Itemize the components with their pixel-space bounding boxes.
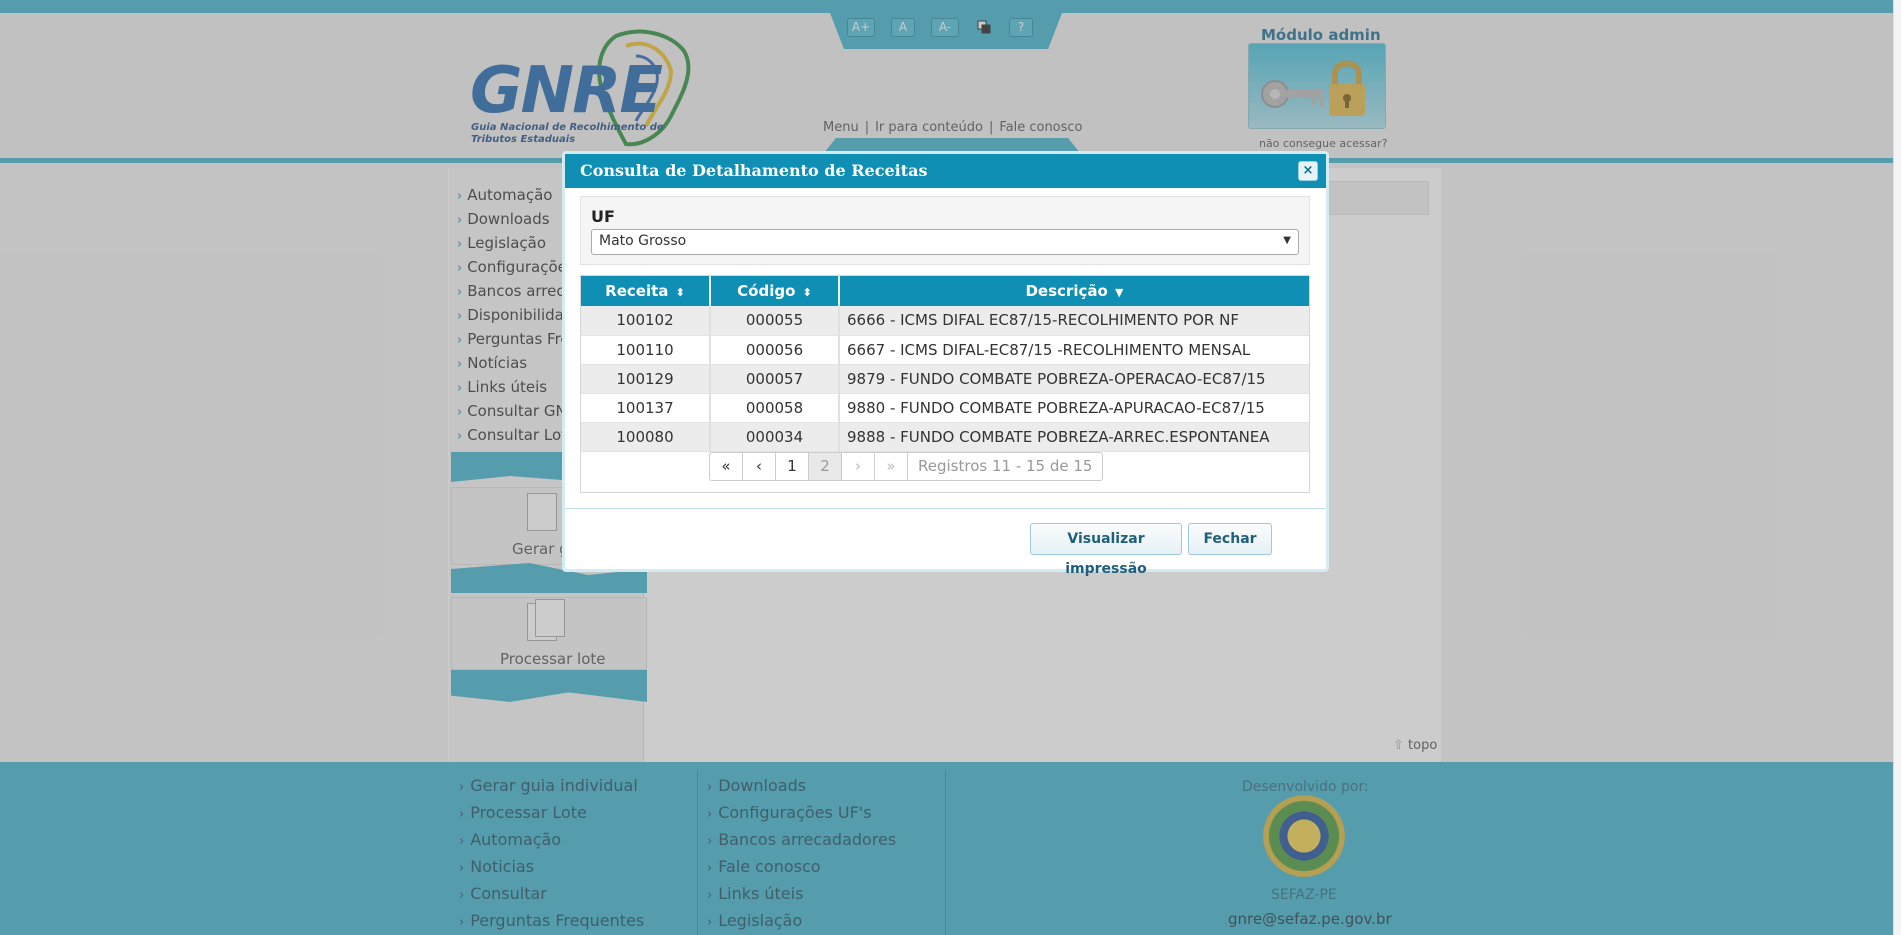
table-row[interactable]: 100080 000034 9888 - FUNDO COMBATE POBRE… (581, 422, 1309, 452)
receita-cell: 100129 (581, 364, 711, 394)
pagination: « ‹ 1 2 › » Registros 11 - 15 de 15 (709, 452, 1104, 481)
uf-select[interactable]: Mato Grosso ▼ (591, 229, 1299, 255)
records-info: Registros 11 - 15 de 15 (907, 452, 1104, 481)
uf-filter: UF Mato Grosso ▼ (580, 196, 1310, 265)
column-header-descricao[interactable]: Descrição ▼ (839, 276, 1309, 306)
dialog-title: Consulta de Detalhamento de Receitas (565, 154, 1326, 188)
prev-page-button[interactable]: ‹ (742, 452, 776, 481)
receita-cell: 100137 (581, 393, 711, 423)
codigo-cell: 000058 (710, 393, 840, 423)
codigo-cell: 000056 (710, 335, 840, 365)
sort-icon: ⬍ (802, 286, 812, 299)
close-button[interactable]: Fechar (1188, 523, 1272, 555)
caret-down-icon: ▼ (1283, 235, 1291, 246)
dialog-divider (565, 508, 1326, 509)
first-page-button[interactable]: « (709, 452, 743, 481)
receita-cell: 100080 (581, 422, 711, 452)
codigo-cell: 000057 (710, 364, 840, 394)
page-2-button[interactable]: 2 (808, 452, 842, 481)
descricao-cell: 9888 - FUNDO COMBATE POBREZA-ARREC.ESPON… (839, 422, 1309, 452)
scrollbar[interactable] (1893, 0, 1901, 935)
descricao-cell: 9879 - FUNDO COMBATE POBREZA-OPERACAO-EC… (839, 364, 1309, 394)
receita-cell: 100102 (581, 306, 711, 336)
page-1-button[interactable]: 1 (775, 452, 809, 481)
next-page-button[interactable]: › (841, 452, 875, 481)
codigo-cell: 000055 (710, 306, 840, 336)
sort-desc-icon: ▼ (1115, 286, 1124, 299)
descricao-cell: 6666 - ICMS DIFAL EC87/15-RECOLHIMENTO P… (839, 306, 1309, 336)
print-preview-button[interactable]: Visualizar impressão (1030, 523, 1182, 577)
column-header-codigo[interactable]: Código ⬍ (710, 276, 840, 306)
table-row[interactable]: 100137 000058 9880 - FUNDO COMBATE POBRE… (581, 393, 1309, 423)
uf-label: UF (591, 207, 615, 226)
last-page-button[interactable]: » (874, 452, 908, 481)
close-icon[interactable]: × (1298, 161, 1318, 181)
descricao-cell: 6667 - ICMS DIFAL-EC87/15 -RECOLHIMENTO … (839, 335, 1309, 365)
table-row[interactable]: 100102 000055 6666 - ICMS DIFAL EC87/15-… (581, 306, 1309, 336)
table-row[interactable]: 100110 000056 6667 - ICMS DIFAL-EC87/15 … (581, 335, 1309, 365)
codigo-cell: 000034 (710, 422, 840, 452)
receita-cell: 100110 (581, 335, 711, 365)
descricao-cell: 9880 - FUNDO COMBATE POBREZA-APURACAO-EC… (839, 393, 1309, 423)
table-row[interactable]: 100129 000057 9879 - FUNDO COMBATE POBRE… (581, 364, 1309, 394)
sort-icon: ⬍ (675, 286, 685, 299)
column-header-receita[interactable]: Receita ⬍ (581, 276, 711, 306)
receitas-dialog: Consulta de Detalhamento de Receitas × U… (562, 151, 1329, 577)
